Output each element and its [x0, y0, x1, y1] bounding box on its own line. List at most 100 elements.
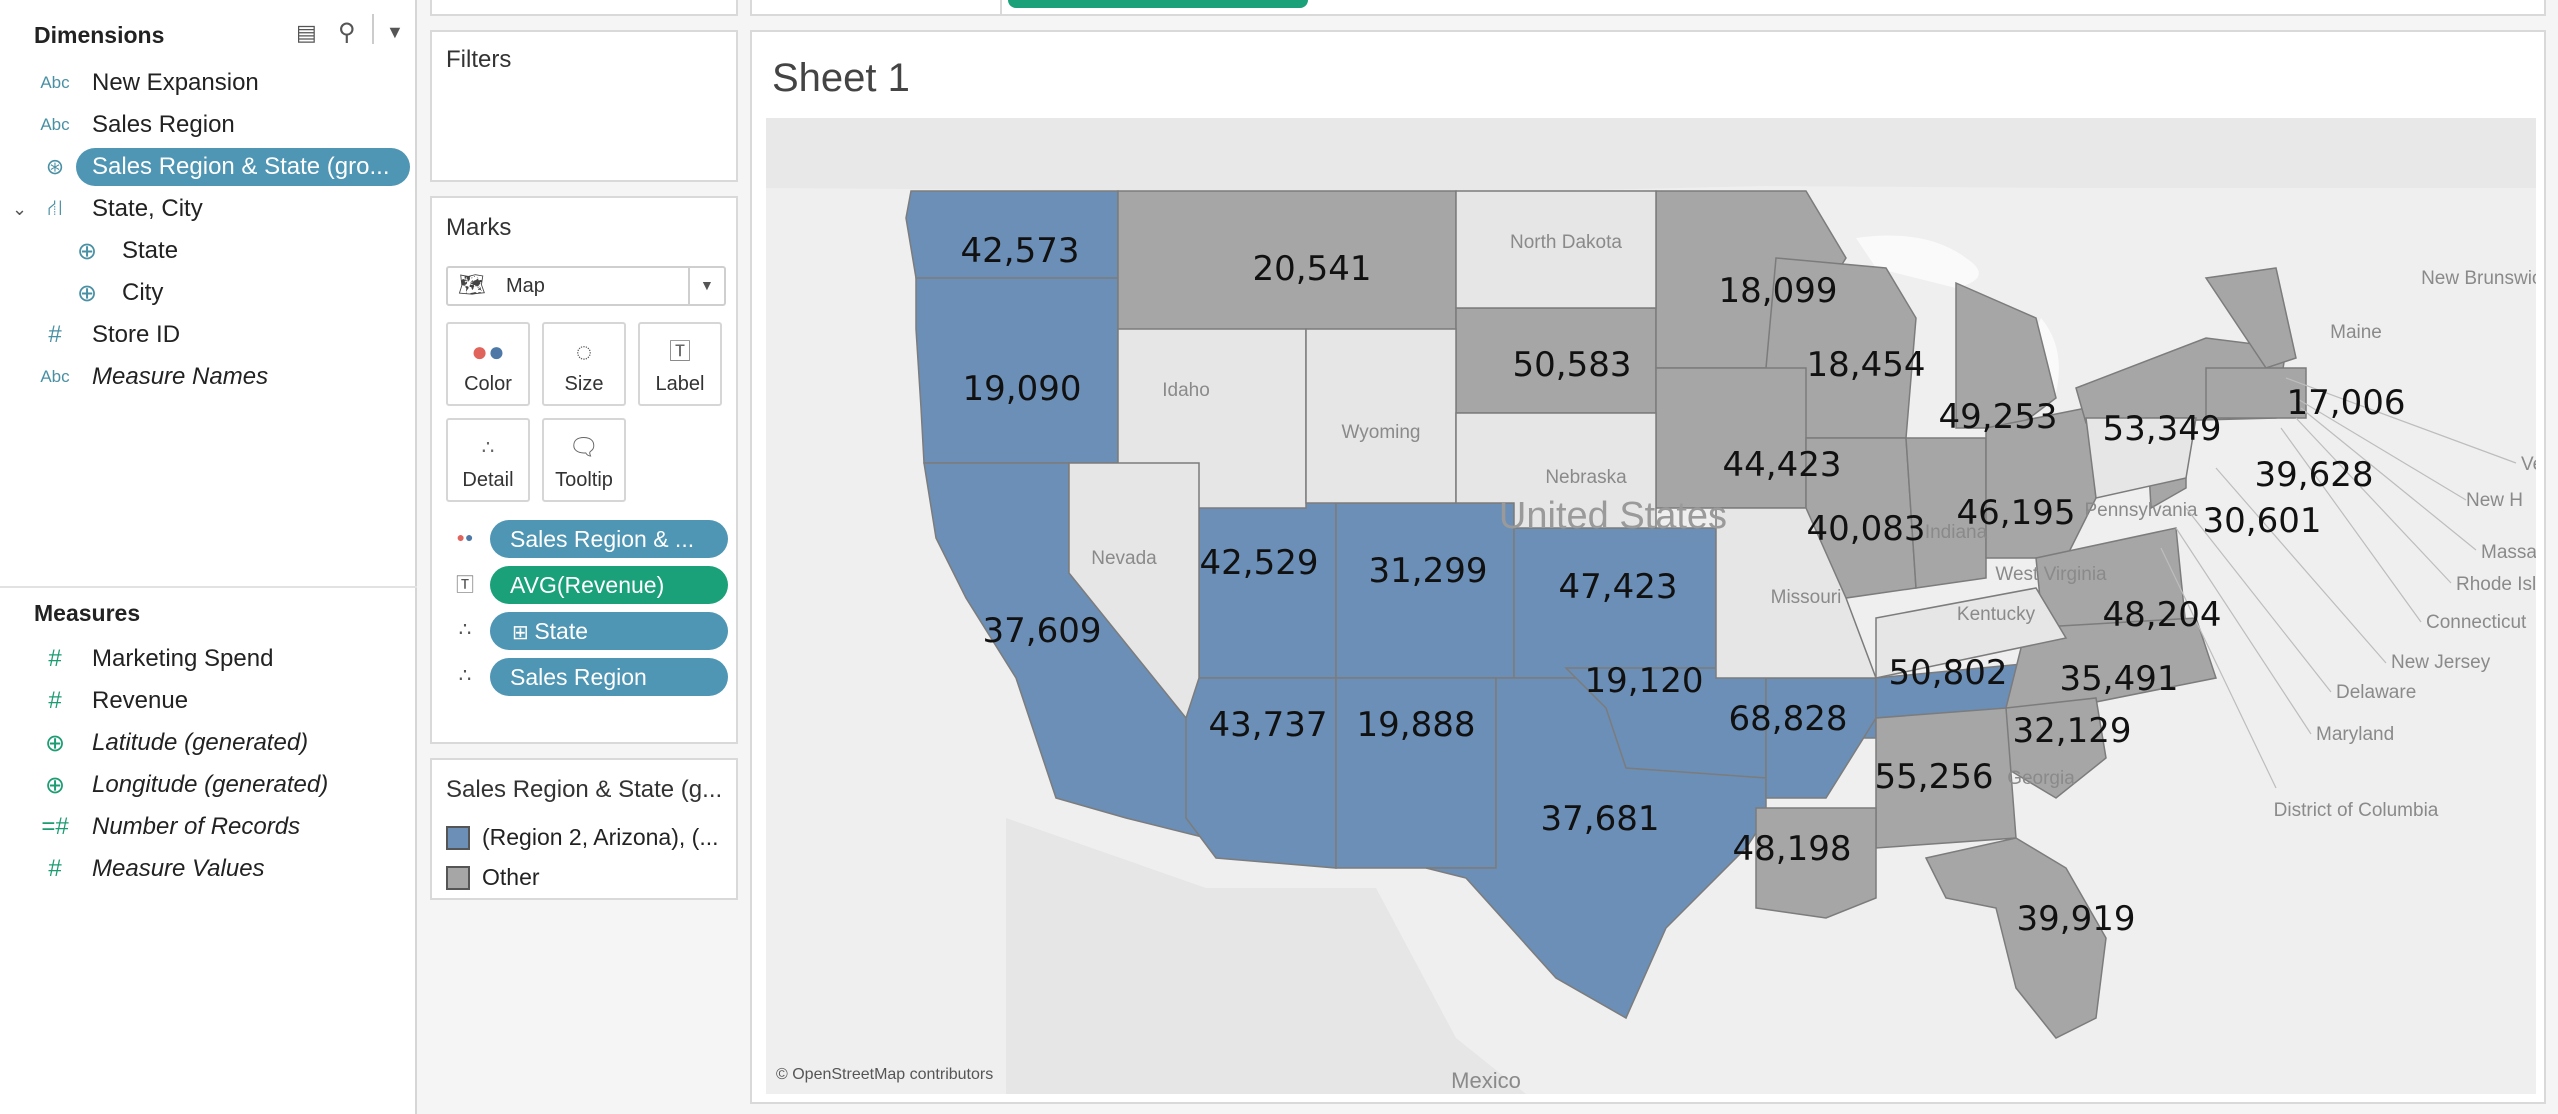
label-georgia: Georgia [2007, 768, 2075, 789]
shelf-pill[interactable] [1008, 0, 1308, 8]
marks-title: Marks [446, 214, 512, 241]
value-south-carolina: 32,129 [2013, 711, 2132, 751]
value-south-dakota: 50,583 [1513, 345, 1632, 385]
field-state-city-hierarchy[interactable]: ⌄ ⛙ State, City [0, 189, 410, 229]
field-new-expansion[interactable]: Abc New Expansion [0, 63, 410, 103]
label-united-states: United States [1499, 495, 1727, 537]
hierarchy-icon: ⛙ [47, 194, 63, 220]
value-utah: 42,529 [1200, 543, 1319, 583]
calculated-number-icon: =# [41, 813, 69, 840]
value-washington: 42,573 [961, 231, 1080, 271]
value-new-york: 53,349 [2103, 409, 2222, 449]
color-button[interactable]: ●● Color [446, 322, 530, 406]
collapse-chevron-icon[interactable]: ⌄ [12, 199, 27, 220]
view-cards-icon[interactable]: ▤ [296, 20, 317, 46]
string-type-icon: Abc [40, 73, 70, 92]
label-new-brunswick: New Brunswick [2421, 268, 2536, 289]
state-wyoming[interactable] [1305, 328, 1457, 504]
label-button[interactable]: 🅃 Label [638, 322, 722, 406]
color-legend-card[interactable]: Sales Region & State (g... (Region 2, Ar… [430, 758, 738, 900]
label-pennsylvania: Pennsylvania [2084, 500, 2197, 521]
field-sales-region-state-group[interactable]: ⊛ Sales Region & State (gro... [0, 147, 410, 187]
pages-shelf[interactable] [430, 0, 738, 16]
mark-type-value: Map [506, 275, 545, 297]
globe-icon: ⊕ [76, 237, 98, 265]
legend-swatch [446, 826, 470, 850]
tooltip-button[interactable]: 🗨 Tooltip [542, 418, 626, 502]
string-type-icon: Abc [40, 115, 70, 134]
value-alabama-georgia: 55,256 [1875, 757, 1994, 797]
map-attribution[interactable]: © OpenStreetMap contributors [776, 1066, 993, 1084]
field-store-id[interactable]: # Store ID [0, 315, 410, 355]
value-iowa: 44,423 [1723, 445, 1842, 485]
label-maine: Maine [2330, 322, 2382, 343]
toolbar-divider [372, 14, 374, 44]
map-view[interactable]: North Dakota Idaho Wyoming Nebraska Neva… [766, 118, 2536, 1094]
value-florida: 39,919 [2017, 899, 2136, 939]
field-measure-values[interactable]: # Measure Values [0, 849, 410, 889]
field-city[interactable]: ⊕ City [0, 273, 410, 313]
map-svg[interactable]: North Dakota Idaho Wyoming Nebraska Neva… [766, 118, 2536, 1094]
label-rhode-island: Rhode Isl [2456, 574, 2536, 595]
value-oregon: 19,090 [963, 369, 1082, 409]
value-north-carolina: 35,491 [2060, 659, 2179, 699]
label-pill[interactable]: AVG(Revenue) [490, 566, 728, 604]
label-mexico: Mexico [1451, 1068, 1521, 1093]
field-measure-names[interactable]: Abc Measure Names [0, 357, 410, 397]
value-ohio: 46,195 [1957, 493, 2076, 533]
number-type-icon: # [48, 687, 62, 714]
value-texas: 37,681 [1541, 799, 1660, 839]
number-type-icon: # [48, 321, 62, 348]
value-massachusetts: 39,628 [2255, 455, 2374, 495]
menu-chevron-down-icon[interactable]: ▼ [386, 22, 404, 43]
value-new-mexico: 19,888 [1357, 705, 1476, 745]
value-vermont-nh: 17,006 [2287, 383, 2406, 423]
sales-region-pill[interactable]: Sales Region [490, 658, 728, 696]
marks-card: Marks 🗺 Map ▼ ●● Color ◌ Size 🅃 Label ∴ … [430, 196, 738, 744]
field-number-of-records[interactable]: =# Number of Records [0, 807, 410, 847]
dimensions-title: Dimensions [34, 22, 165, 48]
canada-land [766, 118, 2536, 193]
value-california: 37,609 [983, 611, 1102, 651]
filters-card[interactable]: Filters [430, 30, 738, 182]
pane-divider[interactable] [0, 586, 417, 588]
globe-icon: ⊕ [44, 729, 66, 757]
legend-swatch [446, 866, 470, 890]
mark-type-dropdown[interactable]: 🗺 Map ▼ [446, 266, 726, 306]
worksheet: Sheet 1 North Dakota Idaho Wyoming Nebra… [750, 30, 2546, 1104]
dropdown-separator [688, 268, 690, 304]
field-sales-region[interactable]: Abc Sales Region [0, 105, 410, 145]
label-t-icon: 🅃 [456, 575, 474, 595]
state-pill[interactable]: ⊞ State [490, 612, 728, 650]
field-revenue[interactable]: # Revenue [0, 681, 410, 721]
label-new-jersey: New Jersey [2391, 652, 2491, 673]
label-new-hampshire: New H [2466, 490, 2523, 511]
value-colorado: 31,299 [1369, 551, 1488, 591]
state-iowa[interactable] [1655, 367, 1807, 509]
label-massachusetts: Massac [2481, 542, 2536, 563]
detail-button[interactable]: ∴ Detail [446, 418, 530, 502]
field-latitude-generated[interactable]: ⊕ Latitude (generated) [0, 723, 410, 763]
field-state[interactable]: ⊕ State [0, 231, 410, 271]
color-pill[interactable]: Sales Region & ... [490, 520, 728, 558]
detail-dots-icon: ∴ [481, 437, 495, 459]
expand-plus-icon[interactable]: ⊞ [512, 622, 534, 644]
size-button[interactable]: ◌ Size [542, 322, 626, 406]
value-minnesota: 18,099 [1719, 271, 1838, 311]
group-paperclip-icon: ⊛ [45, 154, 65, 179]
search-icon[interactable]: ⚲ [338, 18, 356, 47]
value-arizona: 43,737 [1209, 705, 1328, 745]
field-marketing-spend[interactable]: # Marketing Spend [0, 639, 410, 679]
sheet-title: Sheet 1 [772, 56, 910, 100]
label-nebraska: Nebraska [1545, 467, 1627, 488]
detail-dots-icon: ∴ [458, 665, 472, 687]
label-delaware: Delaware [2336, 682, 2416, 703]
detail-dots-icon: ∴ [458, 619, 472, 641]
label-maryland: Maryland [2316, 724, 2394, 745]
measures-title: Measures [34, 600, 141, 626]
value-kansas: 47,423 [1559, 567, 1678, 607]
rows-shelf[interactable] [750, 0, 2546, 16]
value-new-jersey: 30,601 [2203, 501, 2322, 541]
field-longitude-generated[interactable]: ⊕ Longitude (generated) [0, 765, 410, 805]
legend-title: Sales Region & State (g... [446, 776, 723, 803]
